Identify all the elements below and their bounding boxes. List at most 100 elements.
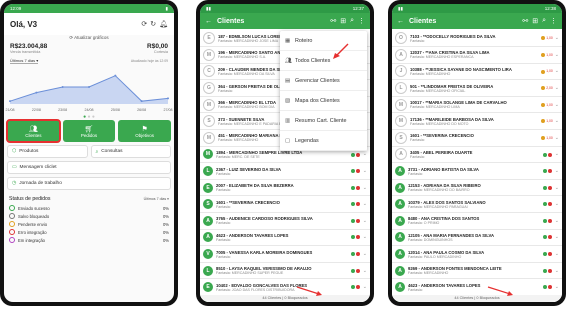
client-row[interactable]: S 1601 - **SEVERINA CRECENCIO Fantasia: … — [392, 130, 562, 147]
client-row[interactable]: A 4623 - ANDERSON TAVARES LOPES Fantasia… — [200, 229, 370, 247]
back-icon[interactable]: ← — [205, 18, 212, 25]
client-row[interactable]: L 8510 - LAYSA RAQUEL VERISSIMO DE ARAUJ… — [200, 262, 370, 280]
client-row[interactable]: A 12105 - ANA MARIA FERNANDES DA SILVA F… — [392, 229, 562, 247]
chart-point — [88, 86, 90, 88]
chevron-down-icon[interactable]: ⌄ — [363, 151, 367, 157]
chevron-down-icon[interactable]: ⌄ — [555, 135, 559, 141]
status-dot-icon — [9, 229, 15, 235]
bell-icon[interactable]: 🔔︎ — [159, 20, 168, 28]
client-status-icons — [542, 235, 553, 240]
updated-at: Atualizado hoje às 12:09 — [130, 58, 168, 63]
menu-item-mapa-clientes[interactable]: ▧ Mapa dos Clientes — [280, 91, 367, 111]
more-icon[interactable]: ⋮ — [358, 17, 365, 25]
client-fantasia: Fantasia: MERC. DE SETE — [216, 154, 260, 159]
chevron-down-icon[interactable]: ⌄ — [363, 268, 367, 274]
client-fantasia: Fantasia: O PRIMO — [408, 221, 440, 226]
client-status-icons — [350, 202, 361, 207]
client-avatar: M — [395, 115, 407, 128]
client-row[interactable]: A 3731 - ADRIANO BATISTA DA SILVA Fantas… — [392, 163, 562, 180]
client-status-icons — [542, 152, 553, 157]
objetivos-button[interactable]: ⚑ Objetivos — [118, 120, 172, 142]
chevron-down-icon[interactable]: ⌄ — [555, 168, 559, 174]
client-row[interactable]: A 10379 - ALEX DOS SANTOS SALVIANO Fanta… — [392, 196, 562, 214]
chevron-down-icon[interactable]: ⌄ — [555, 251, 559, 257]
period-select[interactable]: Últimos 7 dias ▾ — [10, 58, 39, 64]
client-row[interactable]: A 12153 - ADRIANA DA SILVA RIBEIRO Fanta… — [392, 179, 562, 197]
consultas-button[interactable]: ⌕ Consultas — [90, 145, 171, 158]
more-icon[interactable]: ⋮ — [550, 17, 557, 25]
search-icon[interactable]: ⌕ — [350, 17, 354, 25]
chevron-down-icon[interactable]: ⌄ — [555, 85, 559, 91]
client-row[interactable]: S 1601 - **SEVERINA CRECENCIO Fantasia: … — [200, 196, 370, 214]
chevron-down-icon[interactable]: ⌄ — [555, 102, 559, 108]
menu-item-resumo-cart[interactable]: ▥ Resumo Cart. Cliente — [280, 111, 367, 131]
client-badge: 1,00 — [541, 36, 553, 41]
chevron-down-icon[interactable]: ⌄ — [363, 185, 367, 191]
refresh-icon[interactable]: ↻ — [150, 20, 156, 28]
client-row[interactable]: A 3405 - ABEL PEREIRA DUARTE Fantasia: ⌄ — [392, 146, 562, 164]
client-row[interactable]: L 2367 - LUIZ SEVERINO DA SILVA Fantasia… — [200, 163, 370, 180]
sync-icon[interactable]: ⟳ — [141, 20, 147, 28]
client-row[interactable]: M 17136 - **MARILEIDE BARBOSA DA SILVA F… — [392, 113, 562, 131]
menu-item-gerenciar-clientes[interactable]: ▤ Gerenciar Clientes — [280, 71, 367, 91]
chevron-down-icon[interactable]: ⌄ — [555, 201, 559, 207]
status-period-select[interactable]: Últimos 7 dias ▾ — [144, 197, 169, 201]
footer-arrow — [487, 286, 513, 296]
client-row[interactable]: M 10017 - **MARIA SOLANGE LIMA DE CARVAL… — [392, 96, 562, 114]
page-title: Clientes — [217, 17, 245, 25]
client-row[interactable]: A 12014 - ANA PAULA COSMO DA SILVA Fanta… — [392, 246, 562, 263]
client-status-icons — [350, 285, 361, 290]
mapa-clientes-icon: ▧ — [285, 97, 291, 104]
client-fantasia: Fantasia: MERCADINHO OFICIAL — [410, 88, 466, 93]
filter-icon[interactable]: ⚯ — [330, 17, 336, 25]
client-row[interactable]: A 12037 - **ANA CRISTINA DA SILVA LIMA F… — [392, 47, 562, 64]
pedidos-button[interactable]: 🛒︎ Pedidos — [62, 120, 116, 142]
chevron-down-icon[interactable]: ⌄ — [555, 218, 559, 224]
client-row[interactable]: E 10402 - EDVALDO GONCALVES DAS FLORES F… — [200, 279, 370, 296]
pedidos-label: Pedidos — [80, 132, 98, 138]
search-icon[interactable]: ⌕ — [542, 17, 546, 25]
clientes-button[interactable]: 👥︎ Clientes — [6, 119, 61, 143]
mensagem-button[interactable]: ▭ Mensagem cliclet — [7, 161, 171, 174]
back-icon[interactable]: ← — [397, 18, 404, 25]
client-row[interactable]: V 7005 - VANESSA KARLA MOREIRA DOMINGUES… — [200, 246, 370, 263]
client-row[interactable]: A 9269 - ANDERSON FONTES MENDONCA LEITE … — [392, 262, 562, 280]
client-fantasia: Fantasia: MERCADINHO PARAGUAI — [408, 204, 468, 209]
chevron-down-icon[interactable]: ⌄ — [363, 234, 367, 240]
client-row[interactable]: A 3765 - AUDENICE CARDOSO RODRIGUES SILV… — [200, 213, 370, 230]
grid-icon[interactable]: ⊞ — [532, 17, 538, 25]
filter-icon[interactable]: ⚯ — [522, 17, 528, 25]
chevron-down-icon[interactable]: ⌄ — [363, 201, 367, 207]
client-avatar: M — [395, 98, 407, 111]
client-row[interactable]: L 501 - **LINDOMAR FREITAS DE OLIVEIRA F… — [392, 80, 562, 97]
chevron-down-icon[interactable]: ⌄ — [555, 151, 559, 157]
grid-icon[interactable]: ⊞ — [340, 17, 346, 25]
chevron-down-icon[interactable]: ⌄ — [363, 284, 367, 290]
chevron-down-icon[interactable]: ⌄ — [363, 218, 367, 224]
menu-item-legendas[interactable]: ▢ Legendas — [280, 131, 367, 151]
chevron-down-icon[interactable]: ⌄ — [555, 284, 559, 290]
client-avatar: L — [203, 166, 213, 177]
chevron-down-icon[interactable]: ⌄ — [363, 251, 367, 257]
status-time: 12:09 — [10, 6, 22, 11]
client-avatar: S — [395, 131, 407, 144]
chevron-down-icon[interactable]: ⌄ — [555, 118, 559, 124]
chevron-down-icon[interactable]: ⌄ — [555, 268, 559, 274]
client-fantasia: Fantasia: — [216, 204, 231, 209]
chevron-down-icon[interactable]: ⌄ — [555, 68, 559, 74]
update-charts-button[interactable]: ⟳ Atualizar gráficos — [4, 35, 174, 43]
client-row[interactable]: A 4623 - ANDERSON TAVARES LOPES Fantasia… — [392, 279, 562, 296]
jornada-button[interactable]: ◷ Jornada de trabalho — [7, 177, 171, 190]
client-row[interactable]: O 7103 - **ODOCELLY RODRIGUES DA SILVA F… — [392, 30, 562, 48]
status-value: 0% — [162, 221, 169, 227]
produtos-button[interactable]: ⬡ Produtos — [7, 145, 88, 158]
chevron-down-icon[interactable]: ⌄ — [363, 168, 367, 174]
chevron-down-icon[interactable]: ⌄ — [555, 234, 559, 240]
client-row[interactable]: E 2007 - ELIZABETH DA SILVA BEZERRA Fant… — [200, 179, 370, 197]
chevron-down-icon[interactable]: ⌄ — [555, 52, 559, 58]
chevron-down-icon[interactable]: ⌄ — [555, 185, 559, 191]
chevron-down-icon[interactable]: ⌄ — [555, 35, 559, 41]
client-row[interactable]: A 8480 - ANA CRISTINA DOS SANTOS Fantasi… — [392, 213, 562, 230]
client-status-icons — [350, 185, 361, 190]
client-row[interactable]: J 10388 - **JESSICA SAYANE DO NASCIMENTO… — [392, 63, 562, 81]
